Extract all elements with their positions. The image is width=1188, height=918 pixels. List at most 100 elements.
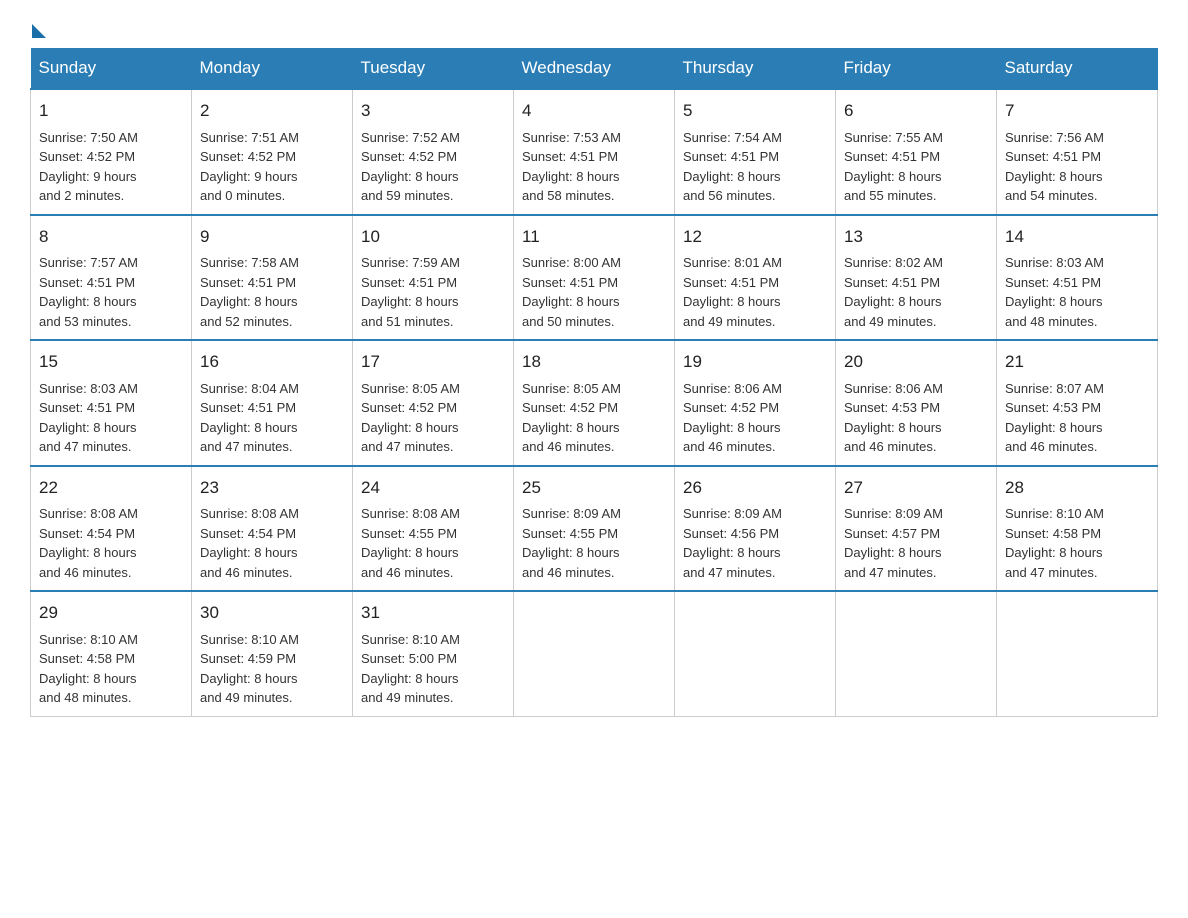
calendar-cell (675, 591, 836, 716)
day-number: 18 (522, 349, 666, 375)
calendar-week-row: 29 Sunrise: 8:10 AMSunset: 4:58 PMDaylig… (31, 591, 1158, 716)
day-number: 24 (361, 475, 505, 501)
calendar-cell: 30 Sunrise: 8:10 AMSunset: 4:59 PMDaylig… (192, 591, 353, 716)
day-info: Sunrise: 8:09 AMSunset: 4:57 PMDaylight:… (844, 506, 943, 580)
day-info: Sunrise: 7:57 AMSunset: 4:51 PMDaylight:… (39, 255, 138, 329)
day-info: Sunrise: 8:10 AMSunset: 4:58 PMDaylight:… (1005, 506, 1104, 580)
calendar-cell (997, 591, 1158, 716)
day-info: Sunrise: 8:02 AMSunset: 4:51 PMDaylight:… (844, 255, 943, 329)
day-info: Sunrise: 7:51 AMSunset: 4:52 PMDaylight:… (200, 130, 299, 204)
calendar-cell: 9 Sunrise: 7:58 AMSunset: 4:51 PMDayligh… (192, 215, 353, 341)
day-number: 15 (39, 349, 183, 375)
day-number: 28 (1005, 475, 1149, 501)
calendar-cell: 27 Sunrise: 8:09 AMSunset: 4:57 PMDaylig… (836, 466, 997, 592)
day-info: Sunrise: 8:00 AMSunset: 4:51 PMDaylight:… (522, 255, 621, 329)
calendar-cell: 8 Sunrise: 7:57 AMSunset: 4:51 PMDayligh… (31, 215, 192, 341)
day-info: Sunrise: 8:08 AMSunset: 4:54 PMDaylight:… (200, 506, 299, 580)
day-info: Sunrise: 7:54 AMSunset: 4:51 PMDaylight:… (683, 130, 782, 204)
calendar-cell: 20 Sunrise: 8:06 AMSunset: 4:53 PMDaylig… (836, 340, 997, 466)
calendar-cell: 31 Sunrise: 8:10 AMSunset: 5:00 PMDaylig… (353, 591, 514, 716)
day-info: Sunrise: 8:08 AMSunset: 4:54 PMDaylight:… (39, 506, 138, 580)
calendar-week-row: 15 Sunrise: 8:03 AMSunset: 4:51 PMDaylig… (31, 340, 1158, 466)
calendar-cell: 1 Sunrise: 7:50 AMSunset: 4:52 PMDayligh… (31, 89, 192, 215)
calendar-cell: 28 Sunrise: 8:10 AMSunset: 4:58 PMDaylig… (997, 466, 1158, 592)
day-number: 31 (361, 600, 505, 626)
logo-arrow-icon (32, 24, 46, 38)
day-number: 20 (844, 349, 988, 375)
calendar-cell: 29 Sunrise: 8:10 AMSunset: 4:58 PMDaylig… (31, 591, 192, 716)
calendar-cell: 10 Sunrise: 7:59 AMSunset: 4:51 PMDaylig… (353, 215, 514, 341)
day-info: Sunrise: 7:55 AMSunset: 4:51 PMDaylight:… (844, 130, 943, 204)
day-info: Sunrise: 7:58 AMSunset: 4:51 PMDaylight:… (200, 255, 299, 329)
calendar-header-tuesday: Tuesday (353, 48, 514, 89)
calendar-header-wednesday: Wednesday (514, 48, 675, 89)
day-number: 17 (361, 349, 505, 375)
day-info: Sunrise: 8:05 AMSunset: 4:52 PMDaylight:… (361, 381, 460, 455)
logo (30, 20, 46, 38)
day-info: Sunrise: 8:08 AMSunset: 4:55 PMDaylight:… (361, 506, 460, 580)
calendar-cell: 25 Sunrise: 8:09 AMSunset: 4:55 PMDaylig… (514, 466, 675, 592)
calendar-cell: 2 Sunrise: 7:51 AMSunset: 4:52 PMDayligh… (192, 89, 353, 215)
day-info: Sunrise: 8:04 AMSunset: 4:51 PMDaylight:… (200, 381, 299, 455)
day-info: Sunrise: 8:10 AMSunset: 5:00 PMDaylight:… (361, 632, 460, 706)
day-number: 16 (200, 349, 344, 375)
day-number: 27 (844, 475, 988, 501)
calendar-header-sunday: Sunday (31, 48, 192, 89)
calendar-cell: 21 Sunrise: 8:07 AMSunset: 4:53 PMDaylig… (997, 340, 1158, 466)
calendar-header-friday: Friday (836, 48, 997, 89)
day-info: Sunrise: 8:09 AMSunset: 4:56 PMDaylight:… (683, 506, 782, 580)
day-number: 7 (1005, 98, 1149, 124)
day-number: 4 (522, 98, 666, 124)
day-number: 30 (200, 600, 344, 626)
calendar-cell: 24 Sunrise: 8:08 AMSunset: 4:55 PMDaylig… (353, 466, 514, 592)
day-number: 23 (200, 475, 344, 501)
calendar-cell: 19 Sunrise: 8:06 AMSunset: 4:52 PMDaylig… (675, 340, 836, 466)
day-number: 13 (844, 224, 988, 250)
calendar-cell: 6 Sunrise: 7:55 AMSunset: 4:51 PMDayligh… (836, 89, 997, 215)
day-info: Sunrise: 8:03 AMSunset: 4:51 PMDaylight:… (39, 381, 138, 455)
day-number: 11 (522, 224, 666, 250)
calendar-cell: 16 Sunrise: 8:04 AMSunset: 4:51 PMDaylig… (192, 340, 353, 466)
calendar-cell (836, 591, 997, 716)
day-info: Sunrise: 7:50 AMSunset: 4:52 PMDaylight:… (39, 130, 138, 204)
day-number: 8 (39, 224, 183, 250)
calendar-cell (514, 591, 675, 716)
calendar-cell: 22 Sunrise: 8:08 AMSunset: 4:54 PMDaylig… (31, 466, 192, 592)
calendar-cell: 4 Sunrise: 7:53 AMSunset: 4:51 PMDayligh… (514, 89, 675, 215)
calendar-cell: 14 Sunrise: 8:03 AMSunset: 4:51 PMDaylig… (997, 215, 1158, 341)
day-info: Sunrise: 8:10 AMSunset: 4:58 PMDaylight:… (39, 632, 138, 706)
day-info: Sunrise: 7:53 AMSunset: 4:51 PMDaylight:… (522, 130, 621, 204)
calendar-header-row: SundayMondayTuesdayWednesdayThursdayFrid… (31, 48, 1158, 89)
day-number: 25 (522, 475, 666, 501)
calendar-cell: 7 Sunrise: 7:56 AMSunset: 4:51 PMDayligh… (997, 89, 1158, 215)
day-number: 6 (844, 98, 988, 124)
calendar-cell: 12 Sunrise: 8:01 AMSunset: 4:51 PMDaylig… (675, 215, 836, 341)
day-number: 2 (200, 98, 344, 124)
day-info: Sunrise: 8:03 AMSunset: 4:51 PMDaylight:… (1005, 255, 1104, 329)
day-number: 21 (1005, 349, 1149, 375)
day-info: Sunrise: 8:09 AMSunset: 4:55 PMDaylight:… (522, 506, 621, 580)
calendar-table: SundayMondayTuesdayWednesdayThursdayFrid… (30, 48, 1158, 717)
calendar-week-row: 8 Sunrise: 7:57 AMSunset: 4:51 PMDayligh… (31, 215, 1158, 341)
day-info: Sunrise: 8:10 AMSunset: 4:59 PMDaylight:… (200, 632, 299, 706)
day-number: 19 (683, 349, 827, 375)
day-number: 22 (39, 475, 183, 501)
day-info: Sunrise: 7:59 AMSunset: 4:51 PMDaylight:… (361, 255, 460, 329)
calendar-cell: 13 Sunrise: 8:02 AMSunset: 4:51 PMDaylig… (836, 215, 997, 341)
calendar-cell: 17 Sunrise: 8:05 AMSunset: 4:52 PMDaylig… (353, 340, 514, 466)
calendar-cell: 15 Sunrise: 8:03 AMSunset: 4:51 PMDaylig… (31, 340, 192, 466)
day-number: 9 (200, 224, 344, 250)
calendar-week-row: 22 Sunrise: 8:08 AMSunset: 4:54 PMDaylig… (31, 466, 1158, 592)
day-number: 29 (39, 600, 183, 626)
day-info: Sunrise: 7:56 AMSunset: 4:51 PMDaylight:… (1005, 130, 1104, 204)
calendar-header-saturday: Saturday (997, 48, 1158, 89)
day-number: 10 (361, 224, 505, 250)
calendar-week-row: 1 Sunrise: 7:50 AMSunset: 4:52 PMDayligh… (31, 89, 1158, 215)
calendar-header-thursday: Thursday (675, 48, 836, 89)
calendar-cell: 3 Sunrise: 7:52 AMSunset: 4:52 PMDayligh… (353, 89, 514, 215)
page-header (30, 20, 1158, 38)
day-info: Sunrise: 8:01 AMSunset: 4:51 PMDaylight:… (683, 255, 782, 329)
day-info: Sunrise: 8:06 AMSunset: 4:52 PMDaylight:… (683, 381, 782, 455)
day-number: 12 (683, 224, 827, 250)
day-number: 26 (683, 475, 827, 501)
